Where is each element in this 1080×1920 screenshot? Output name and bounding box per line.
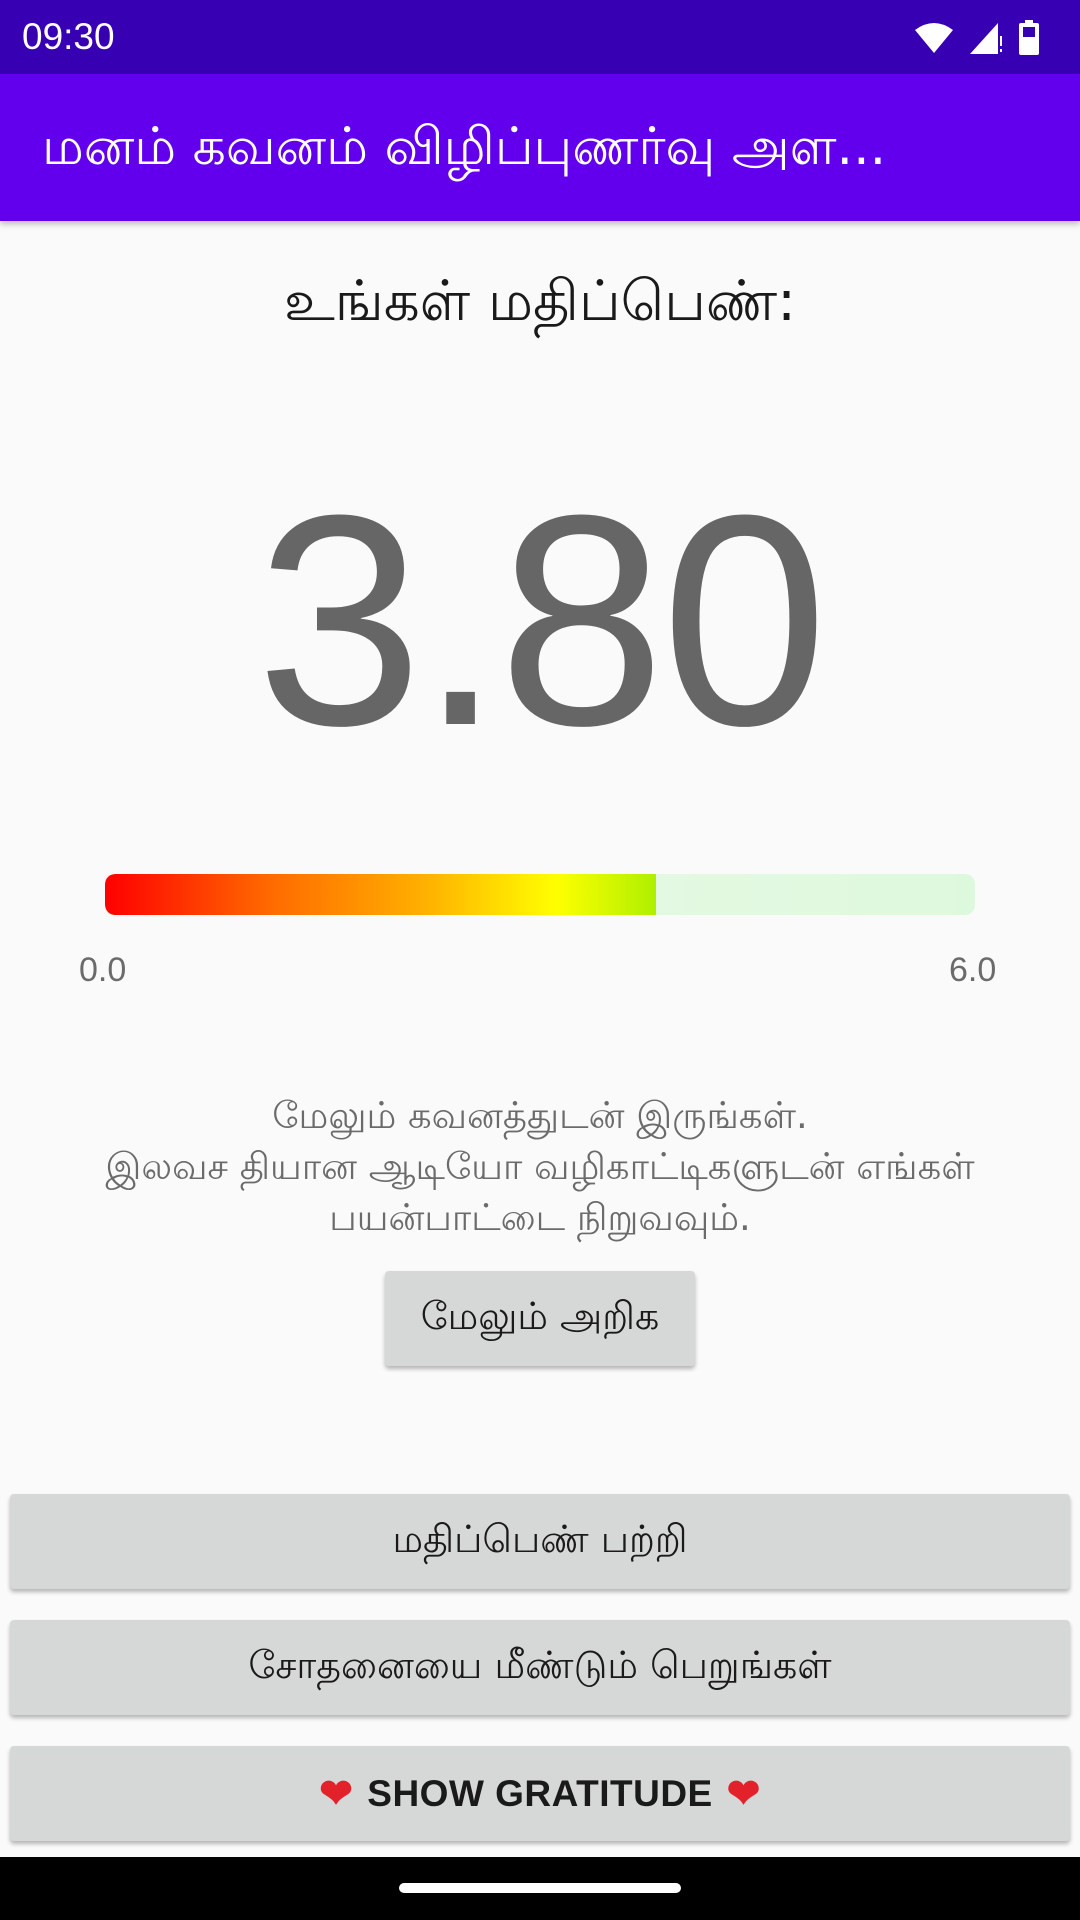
about-score-button[interactable]: மதிப்பெண் பற்றி [10, 1494, 1070, 1589]
status-bar: 09:30 [0, 0, 1080, 74]
heart-icon: ❤ [319, 1771, 354, 1816]
meter-max-label: 6.0 [949, 951, 997, 989]
score-meter [105, 874, 975, 915]
wifi-icon [914, 22, 954, 54]
retake-test-button[interactable]: சோதனையை மீண்டும் பெறுங்கள் [10, 1620, 1070, 1715]
score-label: உங்கள் மதிப்பெண்: [283, 269, 796, 334]
battery-icon [1018, 20, 1040, 56]
heart-icon: ❤ [726, 1771, 761, 1816]
advice-line-1: மேலும் கவனத்துடன் இருங்கள். [272, 1094, 808, 1137]
show-gratitude-button[interactable]: ❤ SHOW GRATITUDE ❤ [10, 1746, 1070, 1841]
navigation-bar [0, 1857, 1080, 1920]
app-title: மனம் கவனம் விழிப்புணர்வு அள... [42, 117, 887, 177]
advice-line-2: இலவச தியான ஆடியோ வழிகாட்டிகளுடன் எங்கள் … [105, 1145, 975, 1239]
status-icons [914, 18, 1040, 58]
signal-icon [968, 21, 1004, 55]
score-value: 3.80 [256, 452, 828, 788]
show-gratitude-label: SHOW GRATITUDE [367, 1772, 713, 1814]
app-bar: மனம் கவனம் விழிப்புணர்வு அள... [0, 74, 1080, 221]
home-gesture-handle[interactable] [399, 1883, 681, 1893]
meter-min-label: 0.0 [79, 951, 127, 989]
learn-more-button[interactable]: மேலும் அறிக [385, 1271, 695, 1366]
score-meter-fill [105, 874, 656, 915]
advice-text: மேலும் கவனத்துடன் இருங்கள். இலவச தியான ஆ… [40, 1090, 1040, 1243]
status-time: 09:30 [22, 16, 115, 57]
